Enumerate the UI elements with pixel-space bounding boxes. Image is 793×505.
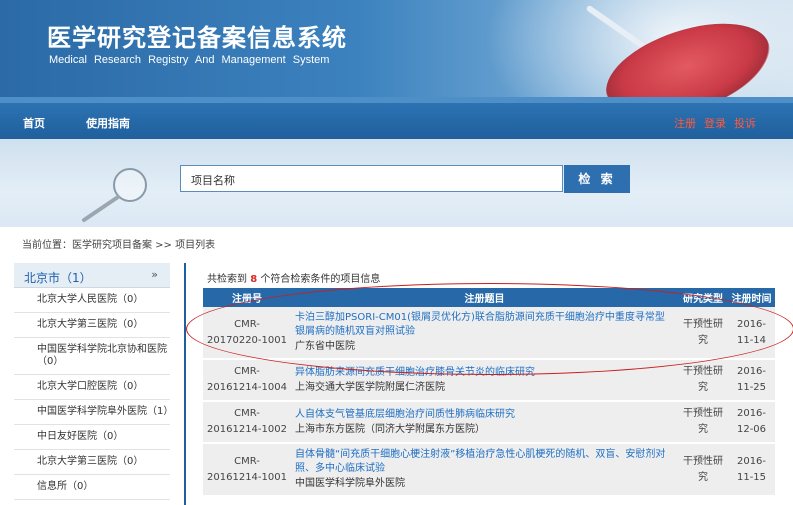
nav-guide-link[interactable]: 使用指南 <box>86 115 130 131</box>
cell-title: 卡泊三醇加PSORI-CM01(银屑灵优化方)联合脂肪源间充质干细胞治疗中重度寻… <box>291 307 678 360</box>
cell-type: 干预性研究 <box>678 443 728 497</box>
main-navbar: 首页 使用指南 注册 登录 投诉 <box>0 97 793 139</box>
cell-title: 人自体支气管基底层细胞治疗间质性肺病临床研究 上海市东方医院（同济大学附属东方医… <box>291 401 678 444</box>
column-header-date: 注册时间 <box>728 288 775 307</box>
nav-register-link[interactable]: 注册 <box>674 115 696 131</box>
sidebar-hospital-item[interactable]: 北京大学第三医院（0） <box>14 313 170 338</box>
summary-prefix: 共检索到 <box>207 274 247 285</box>
sidebar-hospital-item[interactable]: 北京大学第三医院（0） <box>14 450 170 475</box>
sidebar-hospital-item[interactable]: 中日友好医院（0） <box>14 425 170 450</box>
cell-type: 干预性研究 <box>678 359 728 402</box>
nav-home-link[interactable]: 首页 <box>23 115 45 131</box>
project-hospital: 广东省中医院 <box>295 341 355 352</box>
sidebar-region-header[interactable]: 北京市（1） » <box>14 263 170 288</box>
column-header-reg-no: 注册号 <box>203 288 291 307</box>
result-summary: 共检索到 8 个符合检索条件的项目信息 <box>207 270 380 285</box>
project-hospital: 中国医学科学院阜外医院 <box>295 478 405 489</box>
search-input[interactable]: 项目名称 <box>180 165 563 192</box>
hospital-sidebar: 北京市（1） » 北京大学人民医院（0） 北京大学第三医院（0） 中国医学科学院… <box>14 263 173 500</box>
cell-type: 干预性研究 <box>678 307 728 360</box>
nav-complaint-link[interactable]: 投诉 <box>734 115 756 131</box>
results-table: 注册号 注册题目 研究类型 注册时间 CMR-20170220-1001 卡泊三… <box>203 288 775 497</box>
project-title-link[interactable]: 卡泊三醇加PSORI-CM01(银屑灵优化方)联合脂肪源间充质干细胞治疗中重度寻… <box>295 311 674 339</box>
nav-login-link[interactable]: 登录 <box>704 115 726 131</box>
sidebar-region-label: 北京市（1） <box>24 271 92 285</box>
table-row: CMR-20170220-1001 卡泊三醇加PSORI-CM01(银屑灵优化方… <box>203 307 775 360</box>
cell-date: 2016-11-14 <box>728 307 775 360</box>
table-row: CMR-20161214-1004 异体脂肪来源间充质干细胞治疗膝骨关节炎的临床… <box>203 359 775 402</box>
table-row: CMR-20161214-1001 自体骨髓“间充质干细胞心梗注射液”移植治疗急… <box>203 443 775 497</box>
sidebar-hospital-item[interactable]: 中国医学科学院阜外医院（1） <box>14 400 173 425</box>
cell-reg-no: CMR-20161214-1004 <box>203 359 291 402</box>
project-title-link[interactable]: 异体脂肪来源间充质干细胞治疗膝骨关节炎的临床研究 <box>295 366 674 380</box>
table-header-row: 注册号 注册题目 研究类型 注册时间 <box>203 288 775 307</box>
cell-title: 异体脂肪来源间充质干细胞治疗膝骨关节炎的临床研究 上海交通大学医学院附属仁济医院 <box>291 359 678 402</box>
cell-date: 2016-11-15 <box>728 443 775 497</box>
project-title-link[interactable]: 自体骨髓“间充质干细胞心梗注射液”移植治疗急性心肌梗死的随机、双盲、安慰剂对照、… <box>295 448 674 476</box>
sidebar-hospital-item[interactable]: 中国医学科学院北京协和医院（0） <box>14 338 170 375</box>
cell-date: 2016-12-06 <box>728 401 775 444</box>
result-count: 8 <box>250 274 258 285</box>
breadcrumb: 当前位置：医学研究项目备案 >> 项目列表 <box>22 240 216 251</box>
cell-reg-no: CMR-20170220-1001 <box>203 307 291 360</box>
site-title: 医学研究登记备案信息系统 <box>47 23 347 52</box>
sidebar-hospital-item[interactable]: 北京大学口腔医院（0） <box>14 375 170 400</box>
chevron-collapse-icon[interactable]: » <box>151 268 158 281</box>
search-button[interactable]: 检 索 <box>564 165 630 193</box>
cell-title: 自体骨髓“间充质干细胞心梗注射液”移植治疗急性心肌梗死的随机、双盲、安慰剂对照、… <box>291 443 678 497</box>
sidebar-hospital-item[interactable]: 北京大学人民医院（0） <box>14 288 170 313</box>
project-hospital: 上海市东方医院（同济大学附属东方医院） <box>295 423 485 435</box>
header-banner: 医学研究登记备案信息系统 Medical Research Registry A… <box>0 0 793 97</box>
sidebar-hospital-item[interactable]: 信息所（0） <box>14 475 170 500</box>
table-row: CMR-20161214-1002 人自体支气管基底层细胞治疗间质性肺病临床研究… <box>203 401 775 444</box>
column-header-title: 注册题目 <box>291 288 678 307</box>
summary-suffix: 个符合检索条件的项目信息 <box>260 274 381 285</box>
cell-date: 2016-11-25 <box>728 359 775 402</box>
cell-reg-no: CMR-20161214-1001 <box>203 443 291 497</box>
cell-reg-no: CMR-20161214-1002 <box>203 401 291 444</box>
project-hospital: 上海交通大学医学院附属仁济医院 <box>295 381 445 393</box>
column-header-type: 研究类型 <box>678 288 728 307</box>
project-title-link[interactable]: 人自体支气管基底层细胞治疗间质性肺病临床研究 <box>295 408 674 422</box>
magnifier-icon <box>82 168 147 222</box>
cell-type: 干预性研究 <box>678 401 728 444</box>
site-subtitle: Medical Research Registry And Management… <box>49 54 330 66</box>
sidebar-divider <box>184 263 186 505</box>
